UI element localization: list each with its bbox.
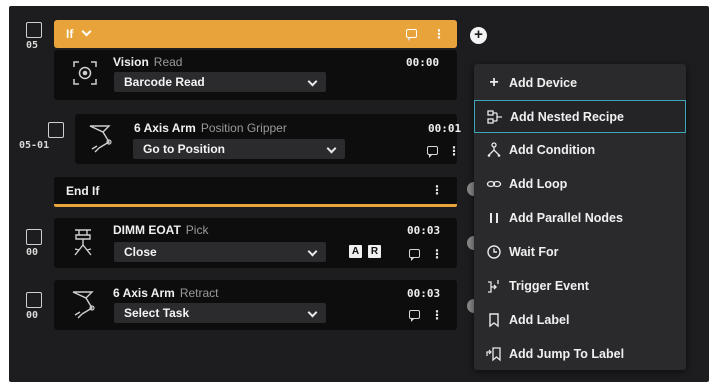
more-icon[interactable]: ⋮ — [448, 144, 460, 158]
nested-recipe-icon — [487, 110, 502, 124]
task-select[interactable]: Barcode Read — [114, 72, 326, 92]
camera-icon — [73, 61, 97, 85]
loop-icon — [486, 180, 502, 188]
menu-item-wait-for[interactable]: Wait For — [474, 236, 686, 269]
recipe-canvas: 05 If ⋮ + Vision Read 00:00 Barcode Read … — [9, 6, 709, 382]
condition-icon — [487, 142, 501, 157]
device-label: DIMM EOAT — [113, 223, 181, 237]
comment-icon[interactable] — [409, 310, 420, 322]
step-checkbox[interactable] — [26, 292, 42, 308]
add-step-button[interactable]: + — [470, 26, 487, 44]
end-if-label: End If — [66, 184, 100, 198]
step-number: 00 — [26, 310, 39, 321]
chevron-down-icon — [307, 76, 318, 87]
chevron-down-icon — [326, 143, 337, 154]
step-node[interactable]: DIMM EOAT Pick 00:03 Close A R ⋮ — [54, 218, 457, 268]
gripper-icon — [74, 229, 92, 256]
step-number: 05 — [26, 40, 39, 51]
a-badge[interactable]: A — [349, 245, 362, 258]
menu-item-add-nested-recipe[interactable]: Add Nested Recipe — [474, 100, 686, 133]
step-node[interactable]: 6 Axis Arm Position Gripper 00:01 Go to P… — [75, 114, 461, 164]
more-icon[interactable]: ⋮ — [431, 247, 443, 261]
device-label: Vision — [113, 55, 149, 69]
device-action: Pick — [185, 223, 209, 237]
device-action: Position Gripper — [200, 121, 287, 135]
device-action: Retract — [179, 286, 219, 300]
device-label: 6 Axis Arm — [134, 121, 196, 135]
chevron-down-icon[interactable] — [81, 26, 92, 37]
device-label: 6 Axis Arm — [113, 286, 175, 300]
chevron-down-icon — [307, 246, 318, 257]
if-label: If — [66, 27, 74, 41]
plus-icon: + — [474, 26, 483, 43]
menu-item-label: Add Jump To Label — [509, 347, 625, 361]
menu-item-add-jump-to-label[interactable]: Add Jump To Label — [474, 338, 686, 371]
robot-arm-icon — [89, 125, 112, 153]
menu-item-label: Add Nested Recipe — [510, 110, 624, 124]
step-checkbox[interactable] — [26, 22, 42, 38]
task-select-value: Close — [124, 245, 157, 259]
comment-icon[interactable] — [427, 146, 438, 158]
parallel-icon — [490, 213, 498, 223]
jump-label-icon — [486, 347, 501, 362]
device-name: Vision Read — [113, 55, 182, 69]
menu-item-label: Add Condition — [509, 143, 596, 157]
menu-item-label: Add Label — [509, 313, 570, 327]
step-number: 00 — [26, 247, 39, 258]
step-checkbox[interactable] — [48, 122, 64, 138]
step-checkbox[interactable] — [26, 229, 42, 245]
trigger-icon — [488, 280, 499, 293]
robot-arm-icon — [72, 291, 95, 319]
more-icon[interactable]: ⋮ — [433, 27, 445, 41]
menu-item-add-condition[interactable]: Add Condition — [474, 134, 686, 167]
step-time: 00:01 — [428, 122, 462, 135]
chevron-down-icon — [307, 307, 318, 318]
step-time: 00:03 — [407, 287, 441, 300]
menu-item-add-device[interactable]: + Add Device — [474, 67, 686, 100]
menu-item-label: Trigger Event — [509, 279, 589, 293]
comment-icon[interactable] — [409, 249, 420, 261]
comment-icon[interactable] — [406, 29, 417, 41]
task-select[interactable]: Go to Position — [133, 139, 345, 159]
add-menu: + Add Device Add Nested Recipe Add Condi… — [474, 64, 686, 370]
task-select-value: Barcode Read — [124, 75, 205, 89]
step-time: 00:03 — [407, 224, 441, 237]
r-badge[interactable]: R — [368, 245, 381, 258]
task-select[interactable]: Close — [114, 242, 326, 262]
task-select-value: Select Task — [124, 306, 190, 320]
bookmark-icon — [489, 313, 499, 328]
device-action: Read — [153, 55, 183, 69]
step-node[interactable]: 6 Axis Arm Retract 00:03 Select Task ⋮ — [54, 280, 457, 330]
task-select-value: Go to Position — [143, 142, 225, 156]
plus-icon: + — [489, 74, 499, 91]
step-time: 00:00 — [406, 56, 440, 69]
menu-item-label: Add Loop — [509, 177, 568, 191]
menu-item-add-parallel-nodes[interactable]: Add Parallel Nodes — [474, 202, 686, 235]
menu-item-add-label[interactable]: Add Label — [474, 304, 686, 337]
clock-icon — [487, 245, 501, 259]
task-select[interactable]: Select Task — [114, 303, 326, 323]
menu-item-label: Add Parallel Nodes — [509, 211, 623, 225]
more-icon[interactable]: ⋮ — [431, 308, 443, 322]
menu-item-label: Wait For — [509, 245, 559, 259]
if-header[interactable]: If ⋮ — [54, 20, 457, 48]
device-name: DIMM EOAT Pick — [113, 223, 208, 237]
device-name: 6 Axis Arm Position Gripper — [134, 121, 287, 135]
menu-item-add-loop[interactable]: Add Loop — [474, 168, 686, 201]
more-icon[interactable]: ⋮ — [431, 183, 443, 197]
step-number: 05-01 — [19, 140, 50, 151]
menu-item-label: Add Device — [509, 76, 578, 90]
step-node[interactable]: Vision Read 00:00 Barcode Read — [54, 50, 457, 100]
end-if-bar[interactable]: End If ⋮ — [54, 177, 457, 207]
device-name: 6 Axis Arm Retract — [113, 286, 219, 300]
menu-item-trigger-event[interactable]: Trigger Event — [474, 270, 686, 303]
